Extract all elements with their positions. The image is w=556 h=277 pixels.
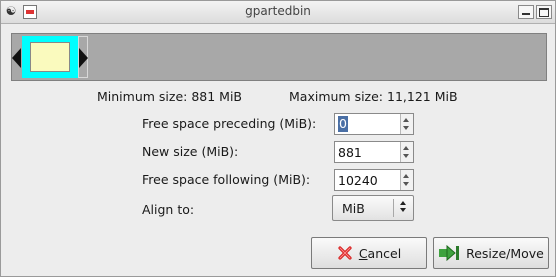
resize-move-label: Resize/Move [466, 245, 544, 261]
cancel-icon [338, 246, 352, 260]
right-resize-handle[interactable] [79, 48, 88, 68]
spin-down-icon[interactable] [403, 154, 409, 158]
spin-down-icon[interactable] [403, 182, 409, 186]
window-title: gpartedbin [245, 4, 311, 18]
resize-move-icon [439, 245, 460, 261]
partition-resize-bar[interactable] [11, 33, 547, 81]
free-space-following-input[interactable] [338, 172, 396, 188]
new-size-spinner[interactable] [400, 142, 413, 162]
free-space-preceding-spinbutton[interactable]: 0 [334, 113, 414, 135]
new-size-spinbutton[interactable] [334, 141, 414, 163]
new-size-label: New size (MiB): [142, 144, 239, 159]
new-size-input[interactable] [338, 144, 396, 160]
free-space-preceding-input[interactable]: 0 [338, 116, 348, 132]
free-space-following-spinner[interactable] [400, 170, 413, 190]
combo-arrows-icon [400, 201, 406, 212]
spin-down-icon[interactable] [403, 126, 409, 130]
combo-separator [393, 199, 394, 217]
align-to-label: Align to: [142, 202, 195, 217]
free-space-following-label: Free space following (MiB): [142, 172, 311, 187]
minimize-button[interactable] [518, 5, 534, 19]
free-space-preceding-label: Free space preceding (MiB): [142, 116, 317, 131]
spin-up-icon[interactable] [403, 146, 409, 150]
maximum-size-label: Maximum size: 11,121 MiB [289, 89, 458, 104]
left-resize-handle[interactable] [12, 48, 21, 68]
resize-dialog-window: ☯ gpartedbin Minimum size: 881 MiB Maxim… [0, 0, 556, 277]
align-to-combobox[interactable]: MiB [332, 195, 414, 221]
minimum-size-label: Minimum size: 881 MiB [97, 89, 242, 104]
partition-block[interactable] [22, 36, 78, 78]
maximize-button[interactable] [536, 5, 552, 19]
spin-up-icon[interactable] [403, 174, 409, 178]
resize-move-button[interactable]: Resize/Move [433, 237, 549, 269]
used-space-area [30, 42, 70, 72]
title-bar[interactable]: ☯ gpartedbin [1, 1, 555, 24]
free-space-following-spinbutton[interactable] [334, 169, 414, 191]
cancel-button[interactable]: Cancel [311, 237, 427, 269]
cancel-label: Cancel [358, 245, 402, 261]
spin-up-icon[interactable] [403, 118, 409, 122]
free-space-preceding-spinner[interactable] [400, 114, 413, 134]
align-to-value: MiB [342, 201, 365, 216]
